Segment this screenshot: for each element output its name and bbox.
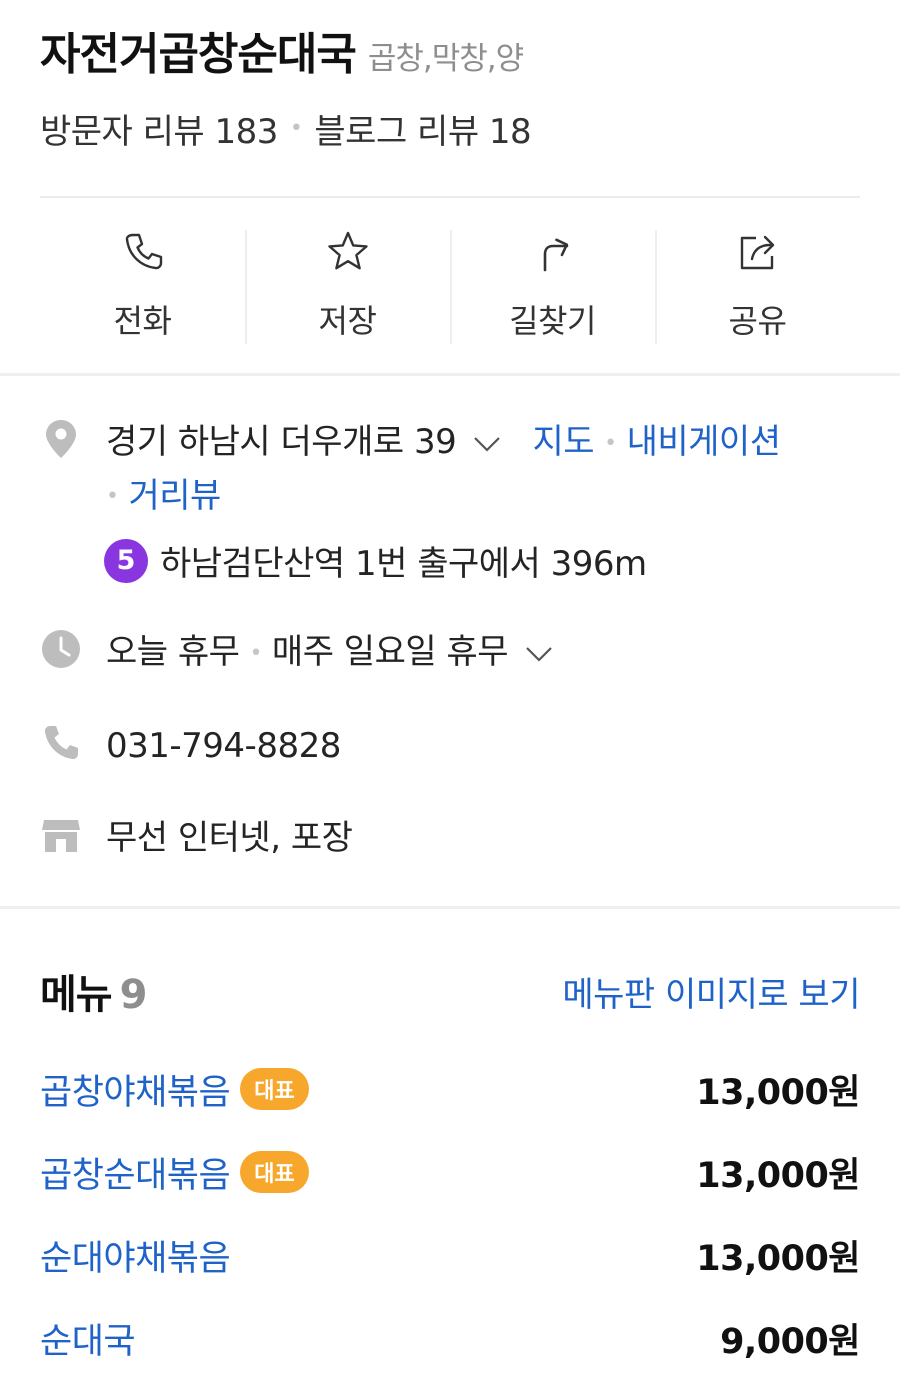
representative-badge: 대표 <box>240 1151 309 1193</box>
subway-directions: 하남검단산역 1번 출구에서 396m <box>160 544 647 584</box>
blog-reviews-link[interactable]: 블로그 리뷰 18 <box>314 104 531 153</box>
action-bar: 전화 저장 길찾기 공유 <box>40 224 860 346</box>
menu-item-price: 13,000원 <box>696 1072 860 1113</box>
menu-item-price: 9,000원 <box>720 1321 860 1362</box>
store-icon <box>42 820 80 852</box>
address-text[interactable]: 경기 하남시 더우개로 39 <box>106 422 457 462</box>
subway-row: 5 하남검단산역 1번 출구에서 396m <box>104 536 647 585</box>
directions-label: 길찾기 <box>509 302 596 340</box>
separator-dot: • <box>249 640 262 666</box>
chevron-down-icon[interactable] <box>524 644 554 664</box>
menu-item[interactable]: 순대국 9,000원 <box>40 1310 860 1366</box>
divider <box>40 196 860 198</box>
menu-title: 메뉴 9 <box>40 962 148 1020</box>
separator-dot: • <box>106 484 119 509</box>
call-label: 전화 <box>113 302 172 340</box>
title-row: 자전거곱창순대국 곱창,막창,양 <box>40 18 860 82</box>
directions-icon <box>543 238 568 272</box>
menu-item-name[interactable]: 곱창순대볶음 <box>40 1147 231 1198</box>
phone-icon <box>125 233 162 270</box>
clock-icon <box>42 630 80 668</box>
menu-name-wrap: 순대국 <box>40 1313 136 1364</box>
phone-row[interactable]: 031-794-8828 <box>40 720 860 772</box>
amenities-row: 무선 인터넷, 포장 <box>40 812 860 864</box>
call-button[interactable]: 전화 <box>40 224 245 346</box>
save-button[interactable]: 저장 <box>245 224 450 346</box>
visitor-reviews-link[interactable]: 방문자 리뷰 183 <box>40 104 278 153</box>
menu-count: 9 <box>119 972 148 1018</box>
menu-item[interactable]: 곱창순대볶음 대표 13,000원 <box>40 1144 860 1200</box>
place-category: 곱창,막창,양 <box>367 41 524 77</box>
section-divider <box>0 373 900 376</box>
address-row: 경기 하남시 더우개로 39 지도 • 내비게이션 • 거리뷰 <box>40 416 860 523</box>
menu-board-link[interactable]: 메뉴판 이미지로 보기 <box>562 967 860 1016</box>
menu-name-wrap: 순대야채볶음 <box>40 1230 231 1281</box>
menu-name-wrap: 곱창야채볶음 대표 <box>40 1064 309 1115</box>
place-title: 자전거곱창순대국 <box>40 29 357 80</box>
hours-block: 오늘 휴무 • 매주 일요일 휴무 <box>106 626 554 680</box>
review-summary: 방문자 리뷰 183 • 블로그 리뷰 18 <box>40 104 860 153</box>
separator-dot: • <box>604 430 617 456</box>
star-icon <box>327 231 368 270</box>
share-label: 공유 <box>728 302 787 340</box>
place-header: 자전거곱창순대국 곱창,막창,양 방문자 리뷰 183 • 블로그 리뷰 18 <box>40 18 860 153</box>
directions-button[interactable]: 길찾기 <box>450 224 655 346</box>
menu-item[interactable]: 순대야채볶음 13,000원 <box>40 1227 860 1283</box>
subway-line-badge: 5 <box>104 538 148 583</box>
menu-name-wrap: 곱창순대볶음 대표 <box>40 1147 309 1198</box>
chevron-down-icon[interactable] <box>472 434 502 454</box>
map-link[interactable]: 지도 <box>533 422 595 462</box>
share-icon <box>740 235 774 270</box>
menu-item-price: 13,000원 <box>696 1155 860 1196</box>
menu-header: 메뉴 9 메뉴판 이미지로 보기 <box>40 962 860 1020</box>
share-button[interactable]: 공유 <box>655 224 860 346</box>
hours-row[interactable]: 오늘 휴무 • 매주 일요일 휴무 <box>40 626 860 680</box>
phone-icon <box>44 726 78 760</box>
navigation-link[interactable]: 내비게이션 <box>627 422 781 462</box>
location-pin-icon <box>46 420 76 458</box>
menu-item[interactable]: 곱창야채볶음 대표 13,000원 <box>40 1061 860 1117</box>
section-divider <box>0 906 900 909</box>
address-block: 경기 하남시 더우개로 39 지도 • 내비게이션 • 거리뷰 <box>106 416 846 523</box>
hours-today: 오늘 휴무 <box>106 632 240 672</box>
menu-item-name[interactable]: 곱창야채볶음 <box>40 1064 231 1115</box>
hours-weekly: 매주 일요일 휴무 <box>271 632 509 672</box>
amenities-text: 무선 인터넷, 포장 <box>106 818 353 858</box>
menu-title-text: 메뉴 <box>40 972 113 1018</box>
representative-badge: 대표 <box>240 1068 309 1110</box>
street-view-link[interactable]: 거리뷰 <box>128 476 221 516</box>
save-label: 저장 <box>318 302 377 340</box>
separator-dot: • <box>289 116 303 141</box>
menu-item-name[interactable]: 순대야채볶음 <box>40 1230 231 1281</box>
menu-item-price: 13,000원 <box>696 1238 860 1279</box>
menu-item-name[interactable]: 순대국 <box>40 1313 136 1364</box>
phone-number[interactable]: 031-794-8828 <box>106 720 341 772</box>
